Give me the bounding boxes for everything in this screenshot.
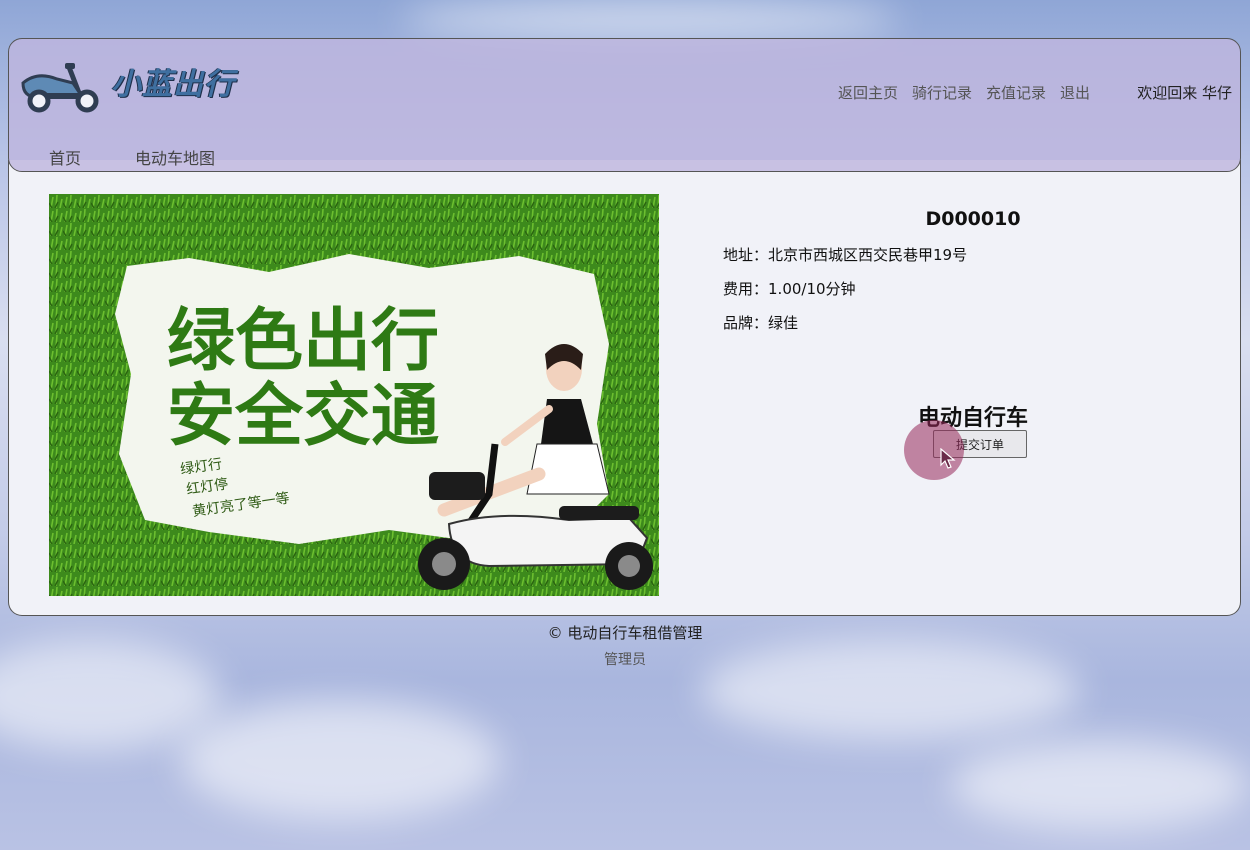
banner-headline-2: 安全交通 <box>167 377 439 456</box>
top-nav: 返回主页 骑行记录 充值记录 退出 <box>838 82 1090 103</box>
site-header: 小蓝出行 返回主页 骑行记录 充值记录 退出 欢迎回来 华仔 首页 电动车地图 <box>8 38 1241 172</box>
green-travel-poster: 绿色出行 安全交通 绿灯行 红灯停 黄灯亮了等一等 <box>49 194 659 596</box>
site-footer: © 电动自行车租借管理 管理员 <box>0 622 1250 669</box>
background-cloud <box>180 700 500 820</box>
promo-banner-image: 绿色出行 安全交通 绿灯行 红灯停 黄灯亮了等一等 <box>49 194 659 596</box>
vehicle-type: 电动自行车 <box>917 406 1028 431</box>
welcome-message: 欢迎回来 华仔 <box>1137 84 1232 102</box>
sub-nav: 首页 电动车地图 <box>49 145 215 169</box>
subnav-homepage-link[interactable]: 首页 <box>49 145 81 169</box>
nav-home-link[interactable]: 返回主页 <box>838 82 898 103</box>
brand-label: 品牌： <box>723 314 769 332</box>
fee-value: 1.00/10分钟 <box>768 280 856 298</box>
background-cloud <box>400 0 900 40</box>
nav-logout-link[interactable]: 退出 <box>1060 82 1090 103</box>
vehicle-code: D000010 <box>925 208 1021 230</box>
brand-value: 绿佳 <box>768 314 799 332</box>
nav-ride-records-link[interactable]: 骑行记录 <box>912 82 972 103</box>
nav-recharge-records-link[interactable]: 充值记录 <box>986 82 1046 103</box>
vehicle-detail-panel: 绿色出行 安全交通 绿灯行 红灯停 黄灯亮了等一等 D000010 地址：北京市… <box>8 160 1241 616</box>
mouse-cursor-icon <box>940 448 956 469</box>
scooter-logo-icon <box>21 63 99 113</box>
address-row: 地址：北京市西城区西交民巷甲19号 <box>723 244 967 265</box>
fee-label: 费用： <box>723 280 769 298</box>
footer-copyright: © 电动自行车租借管理 <box>547 624 703 642</box>
footer-admin-link[interactable]: 管理员 <box>0 649 1250 669</box>
subnav-ebike-map-link[interactable]: 电动车地图 <box>135 145 215 169</box>
address-value: 北京市西城区西交民巷甲19号 <box>768 246 968 264</box>
fee-row: 费用：1.00/10分钟 <box>723 278 856 299</box>
address-label: 地址： <box>723 246 769 264</box>
brand-name: 小蓝出行 <box>111 67 235 102</box>
brand-row: 品牌：绿佳 <box>723 312 798 333</box>
banner-headline-1: 绿色出行 <box>167 302 439 381</box>
background-cloud <box>950 740 1250 830</box>
